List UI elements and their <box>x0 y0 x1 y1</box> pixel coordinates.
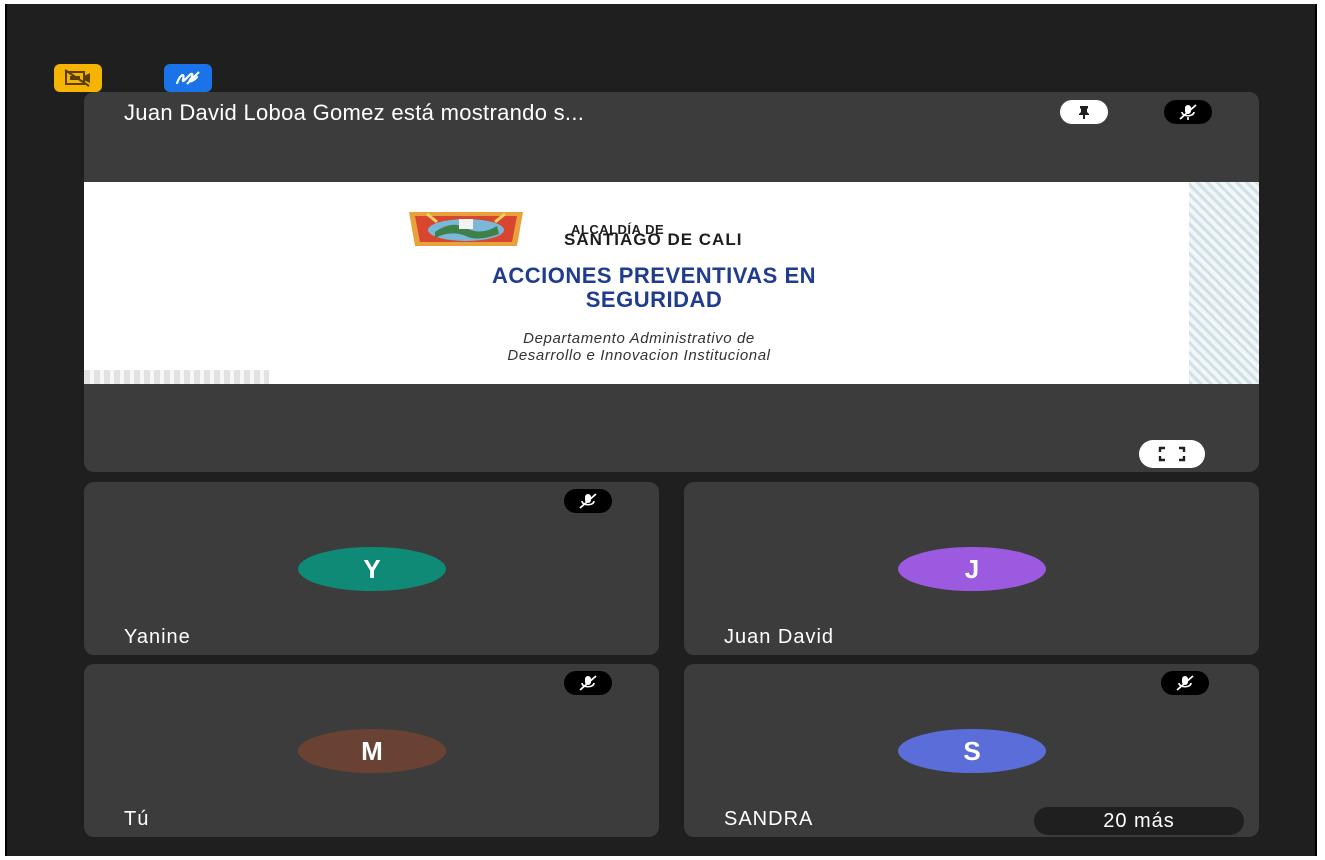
slide-title-line2: SEGURIDAD <box>585 287 723 312</box>
fullscreen-button[interactable] <box>1139 440 1205 468</box>
participant-tile[interactable]: S SANDRA 20 más <box>684 664 1259 837</box>
avatar: Y <box>298 547 446 591</box>
participant-name: SANDRA <box>724 808 814 830</box>
slide-subtitle: Departamento Administrativo de Desarroll… <box>344 330 934 364</box>
city-crest-logo <box>409 212 523 246</box>
slide-subtitle-line2: Desarrollo e Innovacion Institucional <box>507 347 771 364</box>
camera-off-button[interactable] <box>54 64 102 92</box>
participant-name: Tú <box>124 808 150 830</box>
participant-tile[interactable]: J Juan David <box>684 482 1259 655</box>
pin-icon <box>1079 106 1089 119</box>
participant-tile[interactable]: Y Yanine <box>84 482 659 655</box>
mic-off-icon <box>1179 104 1197 120</box>
fullscreen-icon <box>1158 446 1186 462</box>
avatar: M <box>298 729 446 773</box>
presenter-mic-off-badge <box>1164 100 1212 124</box>
participant-name: Juan David <box>724 626 835 648</box>
annotate-button[interactable] <box>164 64 212 92</box>
mic-off-badge <box>564 671 612 695</box>
presentation-tile[interactable]: Juan David Loboa Gomez está mostrando s.… <box>84 92 1259 472</box>
avatar: S <box>898 729 1046 773</box>
avatar: J <box>898 547 1046 591</box>
mic-off-icon <box>1176 675 1194 691</box>
mic-off-badge <box>564 489 612 513</box>
pin-button[interactable] <box>1060 100 1108 124</box>
mic-off-icon <box>579 493 597 509</box>
slide-footer-decoration <box>84 370 269 384</box>
slide-title: ACCIONES PREVENTIVAS EN SEGURIDAD <box>324 264 984 312</box>
mic-off-icon <box>579 675 597 691</box>
pen-icon <box>175 71 200 85</box>
presenter-label: Juan David Loboa Gomez está mostrando s.… <box>124 100 585 125</box>
slide-title-line1: ACCIONES PREVENTIVAS EN <box>491 263 817 288</box>
shared-slide: ALCALDÍA DE SANTIAGO DE CALI ACCIONES PR… <box>84 182 1259 384</box>
participant-name: Yanine <box>124 626 191 648</box>
slide-decoration <box>1189 182 1259 384</box>
more-participants-button[interactable]: 20 más <box>1034 807 1244 835</box>
slide-subtitle-line1: Departamento Administrativo de <box>523 330 755 347</box>
mic-off-badge <box>1161 671 1209 695</box>
org-name-line2: SANTIAGO DE CALI <box>564 230 743 249</box>
meeting-window: Juan David Loboa Gomez está mostrando s.… <box>5 4 1317 856</box>
participant-tile[interactable]: M Tú <box>84 664 659 837</box>
camera-off-icon <box>64 69 90 87</box>
